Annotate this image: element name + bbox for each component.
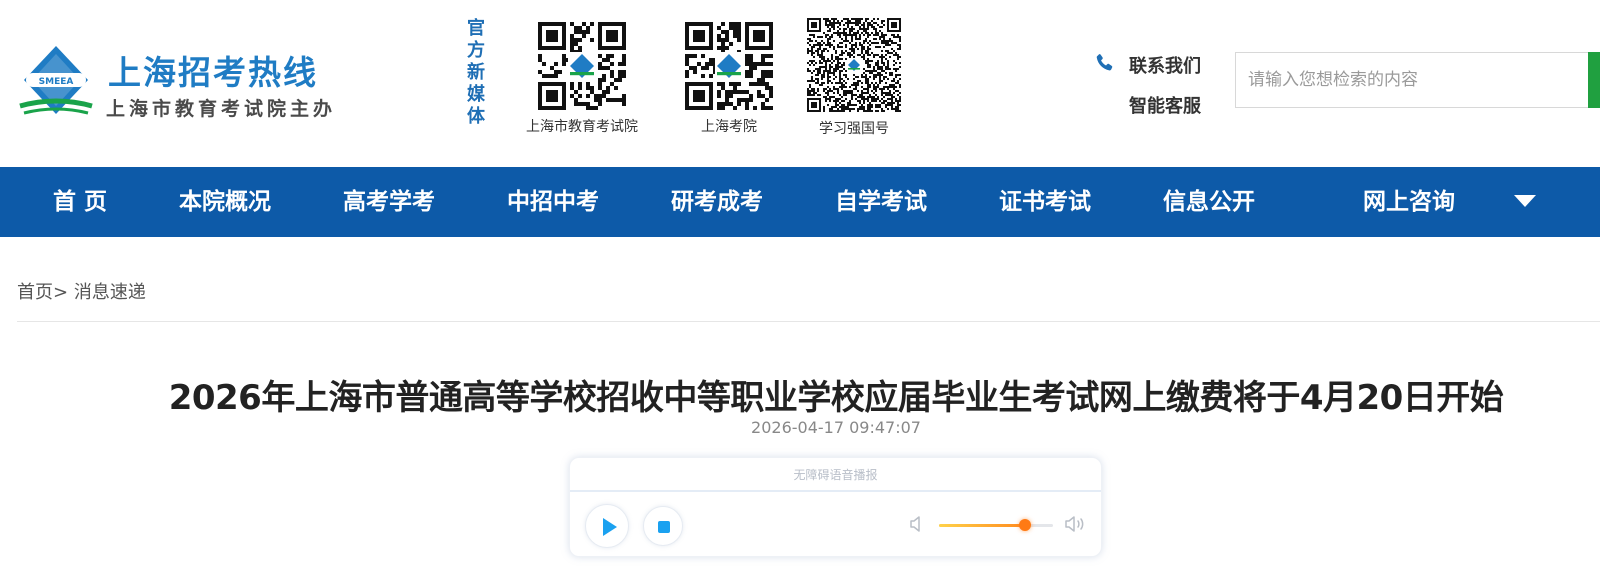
volume-low-icon[interactable] [906,512,930,536]
breadcrumb: 首页> 消息速递 [17,278,146,304]
nav-home[interactable]: 首 页 [53,167,107,237]
nav-about[interactable]: 本院概况 [179,167,271,237]
contact-us-link[interactable]: 联系我们 [1093,50,1213,92]
breadcrumb-current[interactable]: 消息速递 [74,282,146,303]
nav-yankao[interactable]: 研考成考 [671,167,763,237]
search-box [1235,52,1600,108]
logo-mark-text: SMEEA [39,77,74,87]
qr-xuexi[interactable]: 学习强国号 [798,18,910,138]
audio-player: 无障碍语音播报 [569,457,1102,557]
nav-certificate[interactable]: 证书考试 [999,167,1091,237]
official-media-label: 官方新媒体 [467,18,485,127]
volume-handle[interactable] [1019,519,1031,531]
qr-caption: 上海考院 [701,119,757,135]
qr-code-icon [685,22,773,110]
site-logo[interactable]: SMEEA 上海招考热线 上海市教育考试院主办 [18,44,338,120]
qr-code-icon [538,22,626,110]
breadcrumb-separator: > [53,282,69,303]
site-subtitle: 上海市教育考试院主办 [106,98,337,120]
nav-public-info[interactable]: 信息公开 [1163,167,1255,237]
volume-high-icon[interactable] [1063,512,1087,536]
nav-zixue[interactable]: 自学考试 [835,167,927,237]
nav-gaokao[interactable]: 高考学考 [343,167,435,237]
search-button[interactable] [1588,52,1600,108]
qr-code-icon [807,18,901,112]
qr-weibo[interactable]: 上海考院 [664,22,794,136]
qr-caption: 上海市教育考试院 [526,119,638,135]
stop-icon [658,521,670,533]
play-icon [603,518,617,536]
smart-service-label: 智能客服 [1129,96,1201,117]
search-input[interactable] [1236,53,1586,107]
article-title: 2026年上海市普通高等学校招收中等职业学校应届毕业生考试网上缴费将于4月20日… [168,378,1504,418]
breadcrumb-home[interactable]: 首页 [17,282,53,303]
qr-wechat[interactable]: 上海市教育考试院 [512,22,652,136]
volume-fill [939,524,1025,527]
player-title: 无障碍语音播报 [570,458,1101,492]
site-header: SMEEA 上海招考热线 上海市教育考试院主办 官方新媒体 上海市教育考试院 上… [0,0,1600,167]
main-nav: 首 页 本院概况 高考学考 中招中考 研考成考 自学考试 证书考试 信息公开 网… [0,167,1600,237]
smeea-logo-icon: SMEEA [19,46,93,115]
divider [17,321,1600,322]
play-button[interactable] [585,504,629,548]
stop-button[interactable] [643,506,683,546]
contact-area: 联系我们 智能客服 [1093,50,1213,134]
phone-icon [1096,54,1113,71]
nav-consult[interactable]: 网上咨询 [1363,167,1455,237]
article-date: 2026-04-17 09:47:07 [751,418,921,437]
caret-down-icon[interactable] [1514,195,1536,207]
contact-us-label: 联系我们 [1129,56,1201,77]
qr-caption: 学习强国号 [819,121,889,137]
smart-service-link[interactable]: 智能客服 [1093,92,1213,134]
volume-slider[interactable] [939,519,1053,531]
nav-zhongkao[interactable]: 中招中考 [507,167,599,237]
site-title: 上海招考热线 [108,53,318,92]
